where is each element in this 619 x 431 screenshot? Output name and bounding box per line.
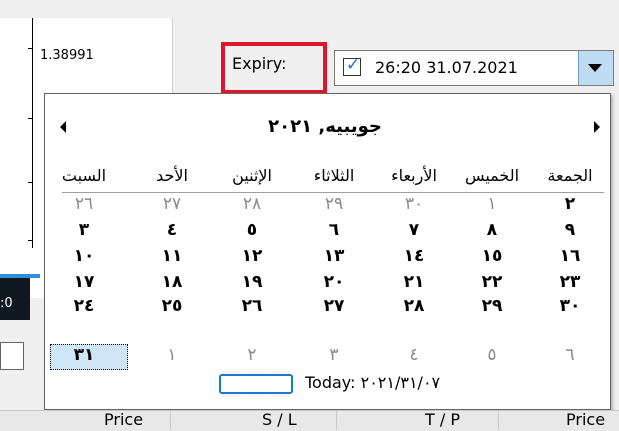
calendar-day[interactable]: ١	[458, 192, 526, 216]
column-separator	[498, 410, 499, 430]
calendar-day[interactable]: ٣٠	[536, 294, 604, 318]
calendar-day[interactable]: ١	[138, 343, 206, 367]
axis-tick	[28, 240, 33, 241]
column-separator	[170, 410, 171, 430]
calendar-day[interactable]: ٢٧	[138, 192, 206, 216]
column-header-price[interactable]: Price	[104, 410, 143, 429]
calendar-day[interactable]: ٢٦	[218, 294, 286, 318]
calendar-day[interactable]: ٥	[218, 218, 286, 242]
weekday-header: الإثنين	[232, 166, 272, 185]
calendar-day[interactable]: ٢٧	[300, 294, 368, 318]
chevron-down-icon	[588, 64, 602, 72]
calendar-day[interactable]: ٢٢	[458, 270, 526, 294]
weekday-header: الثلاثاء	[313, 166, 355, 185]
calendar-day[interactable]: ٦	[300, 218, 368, 242]
calendar-day[interactable]: ٣٠	[380, 192, 448, 216]
calendar-day[interactable]: ٦	[536, 343, 604, 367]
calendar-day[interactable]: ٢٩	[300, 192, 368, 216]
calendar-day[interactable]: ٢	[536, 192, 604, 216]
today-indicator-box[interactable]	[219, 374, 293, 394]
chart-edge-text: :0	[0, 296, 13, 311]
calendar-day[interactable]: ١٠	[50, 244, 118, 268]
chart-edge-box	[0, 342, 24, 370]
calendar-day[interactable]: ٣	[50, 218, 118, 242]
calendar-day[interactable]: ٣	[300, 343, 368, 367]
calendar-day[interactable]: ٤	[138, 218, 206, 242]
calendar-day[interactable]: ٥	[458, 343, 526, 367]
calendar-day[interactable]: ٧	[380, 218, 448, 242]
calendar-day[interactable]: ٢٨	[380, 294, 448, 318]
price-label: 1.38991	[40, 48, 94, 63]
calendar-day[interactable]: ١٥	[458, 244, 526, 268]
next-month-icon[interactable]	[594, 121, 600, 133]
calendar-day[interactable]: ٢٩	[458, 294, 526, 318]
calendar-day[interactable]: ١١	[138, 244, 206, 268]
calendar-day[interactable]: ١٨	[138, 270, 206, 294]
weekday-header: الأحد	[156, 166, 188, 185]
calendar-day[interactable]: ١٣	[300, 244, 368, 268]
calendar-day[interactable]: ٢٣	[536, 270, 604, 294]
expiry-highlight-box	[221, 42, 327, 94]
today-link[interactable]: Today: ٢٠٢١/٣١/٠٧	[305, 373, 440, 392]
weekday-header: الخميس	[464, 166, 520, 185]
axis-tick	[28, 48, 33, 49]
column-header-price-2[interactable]: Price	[566, 410, 605, 429]
calendar-day-selected[interactable]: ٣١	[50, 343, 118, 367]
column-header-sl[interactable]: S / L	[262, 410, 297, 429]
axis-tick	[28, 182, 33, 183]
calendar-day[interactable]: ٢٤	[50, 294, 118, 318]
calendar-day[interactable]: ١٤	[380, 244, 448, 268]
calendar-day[interactable]: ١٦	[536, 244, 604, 268]
calendar-day[interactable]: ٢	[218, 343, 286, 367]
calendar-day[interactable]: ٢٥	[138, 294, 206, 318]
calendar-day[interactable]: ١٧	[50, 270, 118, 294]
calendar-day[interactable]: ٨	[458, 218, 526, 242]
column-header-tp[interactable]: T / P	[425, 410, 460, 429]
column-separator	[336, 410, 337, 430]
calendar-day[interactable]: ٤	[380, 343, 448, 367]
calendar-day[interactable]: ٢٨	[218, 192, 286, 216]
table-header	[0, 410, 619, 431]
calendar-day[interactable]: ٢١	[380, 270, 448, 294]
axis-tick	[28, 118, 33, 119]
calendar-day[interactable]: ٢٠	[300, 270, 368, 294]
weekday-header: السبت	[61, 166, 107, 185]
calendar-day[interactable]: ٢٦	[50, 192, 118, 216]
prev-month-icon[interactable]	[60, 121, 66, 133]
calendar-day[interactable]: ٩	[536, 218, 604, 242]
weekday-header: الجمعة	[547, 166, 593, 185]
calendar-day[interactable]: ١٩	[218, 270, 286, 294]
calendar-month-title[interactable]: جويبيه, ٢٠٢١	[200, 116, 450, 137]
checkmark-icon: ✓	[346, 55, 361, 75]
weekday-header: الأربعاء	[391, 166, 437, 185]
calendar-day[interactable]: ١٢	[218, 244, 286, 268]
chart-axis	[32, 18, 33, 248]
expiry-date-value[interactable]: 26:20 31.07.2021	[375, 58, 518, 77]
